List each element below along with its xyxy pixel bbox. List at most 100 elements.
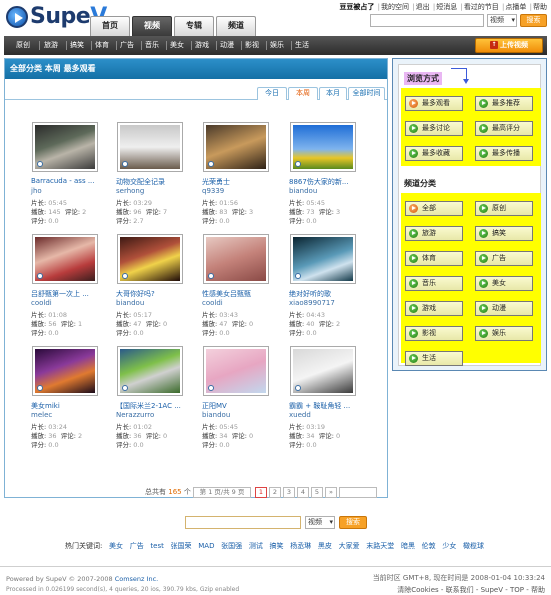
hot-keyword-link[interactable]: 末路天堂 — [366, 542, 394, 550]
hot-keyword-link[interactable]: 美女 — [109, 542, 123, 550]
page-next[interactable]: » — [325, 487, 337, 498]
tab-this-month[interactable]: 本月 — [319, 87, 347, 100]
hot-keyword-link[interactable]: MAD — [198, 542, 214, 550]
video-uploader[interactable]: xiao8990717 — [289, 299, 335, 307]
nav-ads[interactable]: 广告 — [120, 36, 134, 55]
video-title[interactable]: 吕舒甄第一次上 ... — [31, 289, 117, 299]
nav-film[interactable]: 影视 — [245, 36, 259, 55]
video-thumbnail[interactable] — [203, 122, 269, 172]
top-search-type-select[interactable]: 视频 — [487, 14, 517, 27]
video-thumbnail[interactable] — [32, 346, 98, 396]
video-title[interactable]: 8867伤大家的新... — [289, 177, 375, 187]
link-playlist[interactable]: 点播单 — [505, 3, 526, 11]
video-title[interactable]: 【国际米兰2-1AC ... — [116, 401, 202, 411]
tab-all-time[interactable]: 全部时间 — [348, 87, 385, 100]
category-all-button[interactable]: 全部 — [405, 201, 463, 216]
category-travel-button[interactable]: 旅游 — [405, 226, 463, 241]
video-uploader[interactable]: serhong — [116, 187, 144, 195]
nav-music[interactable]: 音乐 — [145, 36, 159, 55]
category-original-button[interactable]: 原创 — [475, 201, 533, 216]
hot-keyword-link[interactable]: 少女 — [442, 542, 456, 550]
video-uploader[interactable]: biandou — [202, 411, 230, 419]
hot-keyword-link[interactable]: 大家爱 — [339, 542, 360, 550]
link-my-space[interactable]: 我的空间 — [381, 3, 409, 11]
video-thumbnail[interactable] — [203, 346, 269, 396]
video-title[interactable]: 美女miki — [31, 401, 117, 411]
category-life-button[interactable]: 生活 — [405, 351, 463, 366]
video-title[interactable]: 霸霸 + 鞍耻角轻 ... — [289, 401, 375, 411]
video-uploader[interactable]: cooldi — [31, 299, 52, 307]
browse-most-shared-button[interactable]: 最多传播 — [475, 146, 533, 161]
hot-keyword-link[interactable]: 伦敦 — [422, 542, 436, 550]
nav-funny[interactable]: 搞笑 — [70, 36, 84, 55]
link-help[interactable]: 帮助 — [533, 3, 547, 11]
hot-keyword-link[interactable]: 搞笑 — [270, 542, 284, 550]
browse-most-discussed-button[interactable]: 最多讨论 — [405, 121, 463, 136]
video-title[interactable]: 动物交配全记录 — [116, 177, 202, 187]
video-title[interactable]: 光荣勇士 — [202, 177, 288, 187]
nav-life[interactable]: 生活 — [295, 36, 309, 55]
bottom-search-button[interactable]: 搜索 — [339, 516, 367, 529]
page-3[interactable]: 3 — [283, 487, 295, 498]
nav-travel[interactable]: 旅游 — [44, 36, 58, 55]
nav-sports[interactable]: 体育 — [95, 36, 109, 55]
video-thumbnail[interactable] — [117, 122, 183, 172]
category-funny-button[interactable]: 搞笑 — [475, 226, 533, 241]
tab-today[interactable]: 今日 — [257, 87, 287, 100]
page-2[interactable]: 2 — [269, 487, 281, 498]
tab-home[interactable]: 首页 — [90, 16, 130, 36]
link-history[interactable]: 看过的节目 — [464, 3, 499, 11]
tab-album[interactable]: 专辑 — [174, 16, 214, 36]
video-title[interactable]: 性感美女吕甄甄 — [202, 289, 288, 299]
video-uploader[interactable]: xuedd — [289, 411, 311, 419]
supev-logo[interactable]: SupeV — [6, 4, 107, 32]
video-uploader[interactable]: melec — [31, 411, 52, 419]
video-uploader[interactable]: biandou — [289, 187, 317, 195]
nav-anime[interactable]: 动漫 — [220, 36, 234, 55]
video-title[interactable]: 大哥你好吗? — [116, 289, 202, 299]
browse-most-viewed-button[interactable]: 最多观看 — [405, 96, 463, 111]
hot-keyword-link[interactable]: test — [150, 542, 163, 550]
category-ads-button[interactable]: 广告 — [475, 251, 533, 266]
video-thumbnail[interactable] — [290, 234, 356, 284]
footer-links[interactable]: 清除Cookies - 联系我们 - SupeV - TOP - 帮助 — [397, 585, 545, 595]
video-thumbnail[interactable] — [117, 346, 183, 396]
hot-keyword-link[interactable]: 杨丞琳 — [290, 542, 311, 550]
video-uploader[interactable]: jho — [31, 187, 42, 195]
tab-video[interactable]: 视频 — [132, 16, 172, 36]
link-logout[interactable]: 退出 — [416, 3, 430, 11]
video-uploader[interactable]: q9339 — [202, 187, 224, 195]
video-title[interactable]: 绝对好听的歌 — [289, 289, 375, 299]
hot-keyword-link[interactable]: 广告 — [130, 542, 144, 550]
link-messages[interactable]: 短消息 — [436, 3, 457, 11]
nav-original[interactable]: 原创 — [16, 36, 30, 55]
category-entertainment-button[interactable]: 娱乐 — [475, 326, 533, 341]
hot-keyword-link[interactable]: 暗黑 — [401, 542, 415, 550]
browse-most-favorited-button[interactable]: 最多收藏 — [405, 146, 463, 161]
bottom-search-input[interactable] — [185, 516, 301, 529]
nav-beauty[interactable]: 美女 — [170, 36, 184, 55]
browse-most-recommended-button[interactable]: 最多推荐 — [475, 96, 533, 111]
video-title[interactable]: 正阳MV — [202, 401, 288, 411]
category-film-button[interactable]: 影视 — [405, 326, 463, 341]
video-thumbnail[interactable] — [32, 234, 98, 284]
page-jump[interactable] — [339, 487, 377, 498]
video-uploader[interactable]: cooldi — [202, 299, 223, 307]
upload-video-button[interactable]: ↑ 上传视频 — [475, 38, 543, 53]
video-uploader[interactable]: biandou — [116, 299, 144, 307]
page-1[interactable]: 1 — [255, 487, 267, 498]
browse-top-rated-button[interactable]: 最高评分 — [475, 121, 533, 136]
video-uploader[interactable]: Nerazzurro — [116, 411, 154, 419]
page-5[interactable]: 5 — [311, 487, 323, 498]
video-thumbnail[interactable] — [290, 122, 356, 172]
company-link[interactable]: Comsenz Inc. — [115, 575, 159, 583]
nav-games[interactable]: 游戏 — [195, 36, 209, 55]
username[interactable]: 豆豆被占了 — [339, 3, 374, 11]
hot-keyword-link[interactable]: 张国荣 — [171, 542, 192, 550]
tab-this-week[interactable]: 本周 — [288, 87, 318, 100]
hot-keyword-link[interactable]: 张国强 — [221, 542, 242, 550]
hot-keyword-link[interactable]: 橄榄球 — [463, 542, 484, 550]
category-anime-button[interactable]: 动漫 — [475, 301, 533, 316]
hot-keyword-link[interactable]: 测试 — [249, 542, 263, 550]
video-thumbnail[interactable] — [203, 234, 269, 284]
